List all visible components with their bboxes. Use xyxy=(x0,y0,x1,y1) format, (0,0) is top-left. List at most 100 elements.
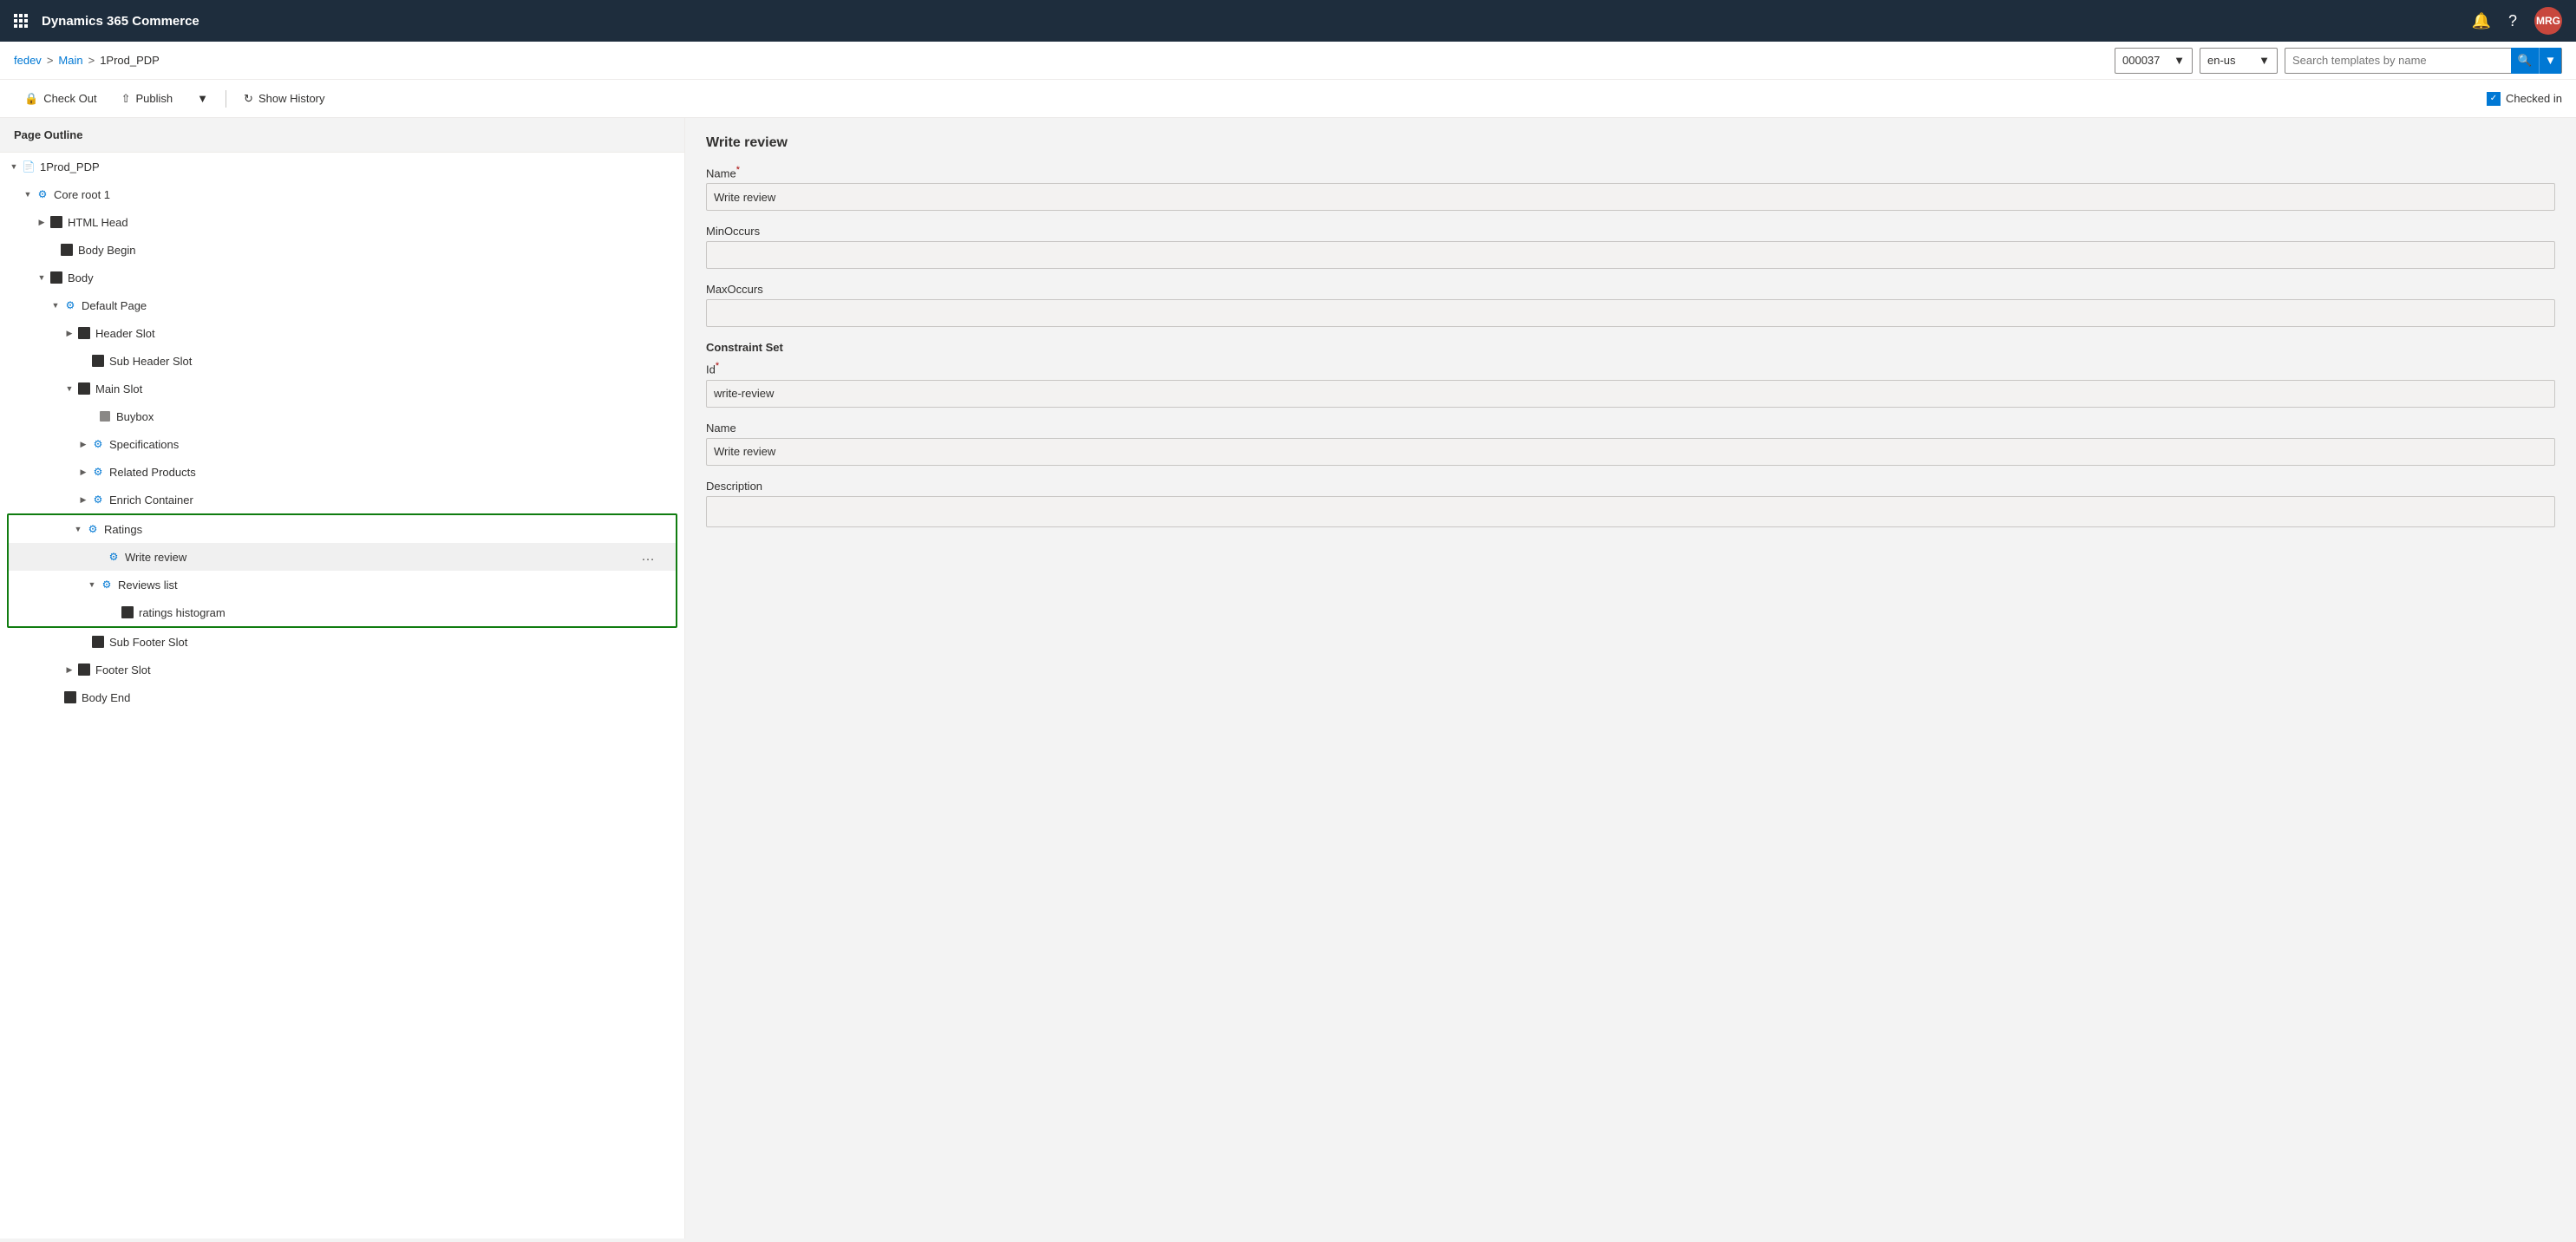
toolbar-left: 🔒 Check Out ⇧ Publish ▼ ↻ Show History xyxy=(14,85,336,113)
app-title: Dynamics 365 Commerce xyxy=(42,14,2472,29)
tree-item-header-slot[interactable]: ▶ Header Slot xyxy=(0,319,684,347)
tree-item-ratings-histogram[interactable]: ratings histogram xyxy=(9,598,676,626)
description-input[interactable] xyxy=(706,496,2555,527)
locale-dropdown[interactable]: en-us ▼ xyxy=(2200,48,2278,74)
expand-main-slot[interactable]: ▼ xyxy=(62,382,76,395)
module-icon-body xyxy=(49,270,64,285)
tree-item-sub-header-slot[interactable]: Sub Header Slot xyxy=(0,347,684,375)
tree-label-footer-slot: Footer Slot xyxy=(95,663,151,677)
expand-related-products[interactable]: ▶ xyxy=(76,465,90,479)
tree-item-footer-slot[interactable]: ▶ Footer Slot xyxy=(0,656,684,683)
name2-input[interactable] xyxy=(706,438,2555,466)
expand-enrich[interactable]: ▶ xyxy=(76,493,90,507)
breadcrumb-bar: fedev > Main > 1Prod_PDP 000037 ▼ en-us … xyxy=(0,42,2576,80)
form-group-name: Name* xyxy=(706,165,2555,211)
expand-header-slot[interactable]: ▶ xyxy=(62,326,76,340)
tree-item-sub-footer-slot[interactable]: Sub Footer Slot xyxy=(0,628,684,656)
publish-label: Publish xyxy=(136,92,173,105)
tree-label-histogram: ratings histogram xyxy=(139,606,226,619)
tree-label-1prod_pdp: 1Prod_PDP xyxy=(40,160,100,173)
template-search-input[interactable] xyxy=(2285,54,2511,67)
template-search-dropdown[interactable]: ▼ xyxy=(2539,48,2561,74)
template-search-button[interactable]: 🔍 xyxy=(2511,48,2539,74)
tree-item-main-slot[interactable]: ▼ Main Slot xyxy=(0,375,684,402)
module-icon-html-head xyxy=(49,214,64,230)
name-required-marker: * xyxy=(736,165,740,175)
minoccurs-label: MinOccurs xyxy=(706,225,2555,238)
expand-html-head[interactable]: ▶ xyxy=(35,215,49,229)
maxoccurs-input[interactable] xyxy=(706,299,2555,327)
tree-label-main-slot: Main Slot xyxy=(95,382,142,395)
version-dropdown[interactable]: 000037 ▼ xyxy=(2115,48,2193,74)
expand-default-page[interactable]: ▼ xyxy=(49,298,62,312)
expand-reviews-list[interactable]: ▼ xyxy=(85,578,99,592)
page-outline-header: Page Outline xyxy=(0,118,684,153)
tree-item-body-begin[interactable]: Body Begin xyxy=(0,236,684,264)
help-icon[interactable]: ? xyxy=(2508,12,2517,30)
tree-item-reviews-list[interactable]: ▼ ⚙ Reviews list xyxy=(9,571,676,598)
form-group-description: Description xyxy=(706,480,2555,527)
tree-item-buybox[interactable]: Buybox xyxy=(0,402,684,430)
toolbar: 🔒 Check Out ⇧ Publish ▼ ↻ Show History ✓… xyxy=(0,80,2576,118)
expand-body[interactable]: ▼ xyxy=(35,271,49,284)
checkout-button[interactable]: 🔒 Check Out xyxy=(14,85,108,113)
notifications-icon[interactable]: 🔔 xyxy=(2472,12,2491,30)
tree-item-body[interactable]: ▼ Body xyxy=(0,264,684,291)
publish-icon: ⇧ xyxy=(121,92,131,106)
form-group-id: Id* xyxy=(706,361,2555,407)
expand-core-root[interactable]: ▼ xyxy=(21,187,35,201)
form-group-minoccurs: MinOccurs xyxy=(706,225,2555,269)
selection-box: ▼ ⚙ Ratings ⚙ Write review … ▼ ⚙ Reviews… xyxy=(7,513,677,628)
module-icon-histogram xyxy=(120,605,135,620)
publish-dropdown-button[interactable]: ▼ xyxy=(186,85,219,113)
name2-label: Name xyxy=(706,422,2555,435)
checked-in-checkbox: ✓ xyxy=(2487,92,2501,106)
form-group-maxoccurs: MaxOccurs xyxy=(706,283,2555,327)
main-layout: Page Outline ▼ 📄 1Prod_PDP ▼ ⚙ Core root… xyxy=(0,118,2576,1239)
tree-label-body-begin: Body Begin xyxy=(78,244,136,257)
publish-button[interactable]: ⇧ Publish xyxy=(111,85,184,113)
version-chevron-icon: ▼ xyxy=(2174,54,2185,67)
tree-item-1prod_pdp[interactable]: ▼ 📄 1Prod_PDP xyxy=(0,153,684,180)
expand-body-end xyxy=(49,690,62,704)
tree-item-core-root[interactable]: ▼ ⚙ Core root 1 xyxy=(0,180,684,208)
breadcrumb-main[interactable]: Main xyxy=(58,54,82,67)
form-group-name2: Name xyxy=(706,422,2555,466)
tree-label-buybox: Buybox xyxy=(116,410,154,423)
minoccurs-input[interactable] xyxy=(706,241,2555,269)
id-input[interactable] xyxy=(706,380,2555,408)
tree-label-ratings: Ratings xyxy=(104,523,142,536)
expand-ratings[interactable]: ▼ xyxy=(71,522,85,536)
breadcrumb: fedev > Main > 1Prod_PDP xyxy=(14,54,160,67)
more-options-write-review[interactable]: … xyxy=(634,549,662,565)
tree-label-header-slot: Header Slot xyxy=(95,327,155,340)
module-icon-buybox xyxy=(97,409,113,424)
locale-chevron-icon: ▼ xyxy=(2259,54,2270,67)
tree-item-specifications[interactable]: ▶ ⚙ Specifications xyxy=(0,430,684,458)
gear-icon-related: ⚙ xyxy=(90,464,106,480)
tree-item-html-head[interactable]: ▶ HTML Head xyxy=(0,208,684,236)
gear-icon-reviews: ⚙ xyxy=(99,577,114,592)
breadcrumb-actions: 000037 ▼ en-us ▼ 🔍 ▼ xyxy=(2115,48,2562,74)
expand-write-review xyxy=(92,550,106,564)
tree-item-default-page[interactable]: ▼ ⚙ Default Page xyxy=(0,291,684,319)
tree-item-related-products[interactable]: ▶ ⚙ Related Products xyxy=(0,458,684,486)
module-icon-sub-header xyxy=(90,353,106,369)
expand-specifications[interactable]: ▶ xyxy=(76,437,90,451)
app-grid-icon[interactable] xyxy=(14,14,28,28)
right-panel: Write review Name* MinOccurs MaxOccurs C… xyxy=(685,118,2576,1239)
template-search-box[interactable]: 🔍 ▼ xyxy=(2285,48,2562,74)
tree-item-write-review[interactable]: ⚙ Write review … xyxy=(9,543,676,571)
gear-icon-ratings: ⚙ xyxy=(85,521,101,537)
show-history-button[interactable]: ↻ Show History xyxy=(233,85,335,113)
tree-item-body-end[interactable]: Body End xyxy=(0,683,684,711)
expand-1prod_pdp[interactable]: ▼ xyxy=(7,160,21,173)
tree-item-enrich-container[interactable]: ▶ ⚙ Enrich Container xyxy=(0,486,684,513)
user-avatar[interactable]: MRG xyxy=(2534,7,2562,35)
name-input[interactable] xyxy=(706,183,2555,211)
tree-label-enrich: Enrich Container xyxy=(109,494,193,507)
tree-item-ratings[interactable]: ▼ ⚙ Ratings xyxy=(9,515,676,543)
breadcrumb-fedev[interactable]: fedev xyxy=(14,54,42,67)
page-icon: 📄 xyxy=(21,159,36,174)
expand-footer-slot[interactable]: ▶ xyxy=(62,663,76,677)
